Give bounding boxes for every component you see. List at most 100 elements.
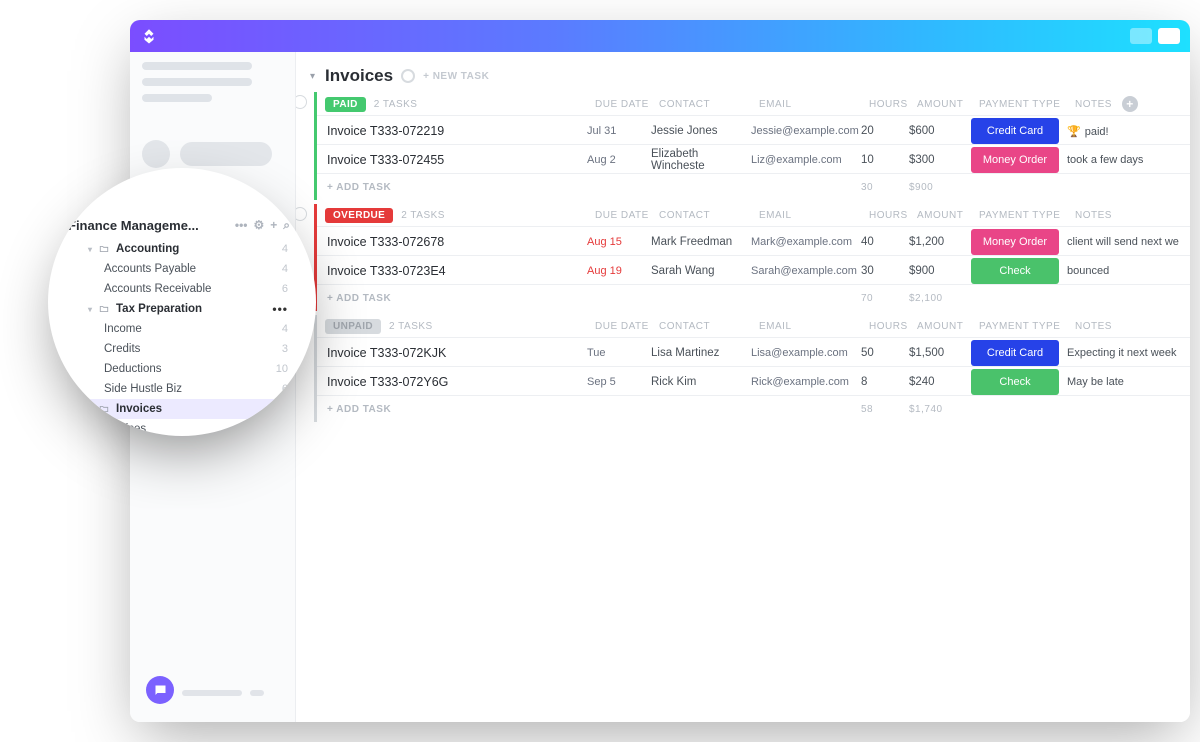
window-maximize-button[interactable] bbox=[1158, 28, 1180, 44]
col-due-date[interactable]: DUE DATE bbox=[595, 99, 659, 110]
space-header[interactable]: Finance Manageme... ••• ⚙ + ⌕ bbox=[68, 218, 290, 233]
sidebar-list-item[interactable]: Deductions10 bbox=[68, 359, 290, 379]
status-badge-overdue[interactable]: OVERDUE bbox=[325, 208, 393, 223]
chevron-down-icon[interactable]: ▾ bbox=[88, 305, 92, 314]
cell-notes[interactable]: May be late bbox=[1067, 376, 1185, 388]
cell-due-date[interactable]: Jul 31 bbox=[587, 125, 651, 137]
col-notes[interactable]: NOTES bbox=[1075, 99, 1112, 110]
cell-notes[interactable]: client will send next we bbox=[1067, 236, 1185, 248]
task-row[interactable]: Invoice T333-072219 Jul 31 Jessie Jones … bbox=[317, 115, 1190, 145]
cell-hours[interactable]: 40 bbox=[861, 236, 909, 248]
cell-hours[interactable]: 10 bbox=[861, 154, 909, 166]
col-amount[interactable]: AMOUNT bbox=[917, 210, 979, 221]
col-amount[interactable]: AMOUNT bbox=[917, 99, 979, 110]
col-contact[interactable]: CONTACT bbox=[659, 210, 759, 221]
add-task-button[interactable]: + ADD TASK bbox=[317, 404, 587, 415]
new-task-button[interactable]: + NEW TASK bbox=[423, 71, 489, 82]
cell-due-date[interactable]: Tue bbox=[587, 347, 651, 359]
payment-type-badge[interactable]: Money Order bbox=[971, 229, 1059, 255]
task-row[interactable]: Invoice T333-072678 Aug 15 Mark Freedman… bbox=[317, 226, 1190, 256]
col-contact[interactable]: CONTACT bbox=[659, 321, 759, 332]
info-circle-icon[interactable] bbox=[401, 69, 415, 83]
cell-hours[interactable]: 30 bbox=[861, 265, 909, 277]
cell-contact[interactable]: Jessie Jones bbox=[651, 125, 751, 137]
task-row[interactable]: Invoice T333-072Y6G Sep 5 Rick Kim Rick@… bbox=[317, 366, 1190, 396]
col-email[interactable]: EMAIL bbox=[759, 99, 869, 110]
add-task-button[interactable]: + ADD TASK bbox=[317, 293, 587, 304]
window-minimize-button[interactable] bbox=[1130, 28, 1152, 44]
col-contact[interactable]: CONTACT bbox=[659, 99, 759, 110]
cell-hours[interactable]: 8 bbox=[861, 376, 909, 388]
more-icon[interactable]: ••• bbox=[272, 302, 288, 316]
chevron-down-icon[interactable]: ▾ bbox=[88, 245, 92, 254]
group-select-circle-icon[interactable] bbox=[296, 95, 307, 109]
cell-notes[interactable]: Expecting it next week bbox=[1067, 347, 1185, 359]
task-row[interactable]: Invoice T333-072455 Aug 2 Elizabeth Winc… bbox=[317, 144, 1190, 174]
add-task-button[interactable]: + ADD TASK bbox=[317, 182, 587, 193]
cell-email[interactable]: Lisa@example.com bbox=[751, 347, 861, 359]
cell-email[interactable]: Jessie@example.com bbox=[751, 125, 861, 137]
group-select-circle-icon[interactable] bbox=[296, 207, 307, 221]
cell-email[interactable]: Mark@example.com bbox=[751, 236, 861, 248]
sidebar-list-item[interactable]: Accounts Receivable6 bbox=[68, 279, 290, 299]
payment-type-badge[interactable]: Credit Card bbox=[971, 118, 1059, 144]
cell-email[interactable]: Rick@example.com bbox=[751, 376, 861, 388]
payment-type-badge[interactable]: Check bbox=[971, 258, 1059, 284]
col-notes[interactable]: NOTES bbox=[1075, 210, 1112, 221]
cell-amount[interactable]: $240 bbox=[909, 376, 971, 388]
col-hours[interactable]: HOURS bbox=[869, 99, 917, 110]
cell-due-date[interactable]: Sep 5 bbox=[587, 376, 651, 388]
sidebar-list-item[interactable]: Credits3 bbox=[68, 339, 290, 359]
cell-due-date[interactable]: Aug 19 bbox=[587, 265, 651, 277]
payment-type-badge[interactable]: Money Order bbox=[971, 147, 1059, 173]
cell-amount[interactable]: $1,200 bbox=[909, 236, 971, 248]
task-row[interactable]: Invoice T333-0723E4 Aug 19 Sarah Wang Sa… bbox=[317, 255, 1190, 285]
col-hours[interactable]: HOURS bbox=[869, 321, 917, 332]
status-badge-paid[interactable]: PAID bbox=[325, 97, 366, 112]
plus-icon[interactable]: + bbox=[270, 218, 277, 233]
task-name[interactable]: Invoice T333-072219 bbox=[317, 124, 587, 138]
cell-notes[interactable]: 🏆paid! bbox=[1067, 125, 1185, 138]
cell-notes[interactable]: bounced bbox=[1067, 265, 1185, 277]
task-name[interactable]: Invoice T333-072678 bbox=[317, 235, 587, 249]
sidebar-list-item[interactable]: Income4 bbox=[68, 319, 290, 339]
col-email[interactable]: EMAIL bbox=[759, 321, 869, 332]
cell-due-date[interactable]: Aug 2 bbox=[587, 154, 651, 166]
col-email[interactable]: EMAIL bbox=[759, 210, 869, 221]
payment-type-badge[interactable]: Credit Card bbox=[971, 340, 1059, 366]
cell-amount[interactable]: $300 bbox=[909, 154, 971, 166]
cell-amount[interactable]: $1,500 bbox=[909, 347, 971, 359]
col-notes[interactable]: NOTES bbox=[1075, 321, 1112, 332]
cell-contact[interactable]: Rick Kim bbox=[651, 376, 751, 388]
collapse-caret-icon[interactable]: ▾ bbox=[310, 71, 315, 82]
col-due-date[interactable]: DUE DATE bbox=[595, 321, 659, 332]
col-payment-type[interactable]: PAYMENT TYPE bbox=[979, 210, 1075, 221]
more-icon[interactable]: ••• bbox=[235, 218, 248, 233]
col-payment-type[interactable]: PAYMENT TYPE bbox=[979, 321, 1075, 332]
col-payment-type[interactable]: PAYMENT TYPE bbox=[979, 99, 1075, 110]
chat-bubble-button[interactable] bbox=[146, 676, 174, 704]
sidebar-folder[interactable]: ▾Accounting 4 bbox=[68, 239, 290, 259]
sidebar-list-item[interactable]: Side Hustle Biz6 bbox=[68, 379, 290, 399]
gear-icon[interactable]: ⚙ bbox=[253, 218, 264, 233]
task-name[interactable]: Invoice T333-072KJK bbox=[317, 346, 587, 360]
task-name[interactable]: Invoice T333-072Y6G bbox=[317, 375, 587, 389]
task-name[interactable]: Invoice T333-0723E4 bbox=[317, 264, 587, 278]
cell-email[interactable]: Liz@example.com bbox=[751, 154, 861, 166]
cell-hours[interactable]: 50 bbox=[861, 347, 909, 359]
sidebar-list-item[interactable]: Accounts Payable4 bbox=[68, 259, 290, 279]
task-name[interactable]: Invoice T333-072455 bbox=[317, 153, 587, 167]
col-amount[interactable]: AMOUNT bbox=[917, 321, 979, 332]
chevron-down-icon[interactable]: ▾ bbox=[88, 405, 92, 414]
add-column-button[interactable]: + bbox=[1122, 96, 1138, 112]
cell-contact[interactable]: Lisa Martinez bbox=[651, 347, 751, 359]
cell-notes[interactable]: took a few days bbox=[1067, 154, 1185, 166]
status-badge-unpaid[interactable]: UNPAID bbox=[325, 319, 381, 334]
cell-email[interactable]: Sarah@example.com bbox=[751, 265, 861, 277]
cell-due-date[interactable]: Aug 15 bbox=[587, 236, 651, 248]
cell-contact[interactable]: Mark Freedman bbox=[651, 236, 751, 248]
cell-amount[interactable]: $900 bbox=[909, 265, 971, 277]
cell-contact[interactable]: Elizabeth Wincheste bbox=[651, 148, 751, 172]
sidebar-folder[interactable]: ▾Tax Preparation ••• bbox=[68, 299, 290, 319]
task-row[interactable]: Invoice T333-072KJK Tue Lisa Martinez Li… bbox=[317, 337, 1190, 367]
